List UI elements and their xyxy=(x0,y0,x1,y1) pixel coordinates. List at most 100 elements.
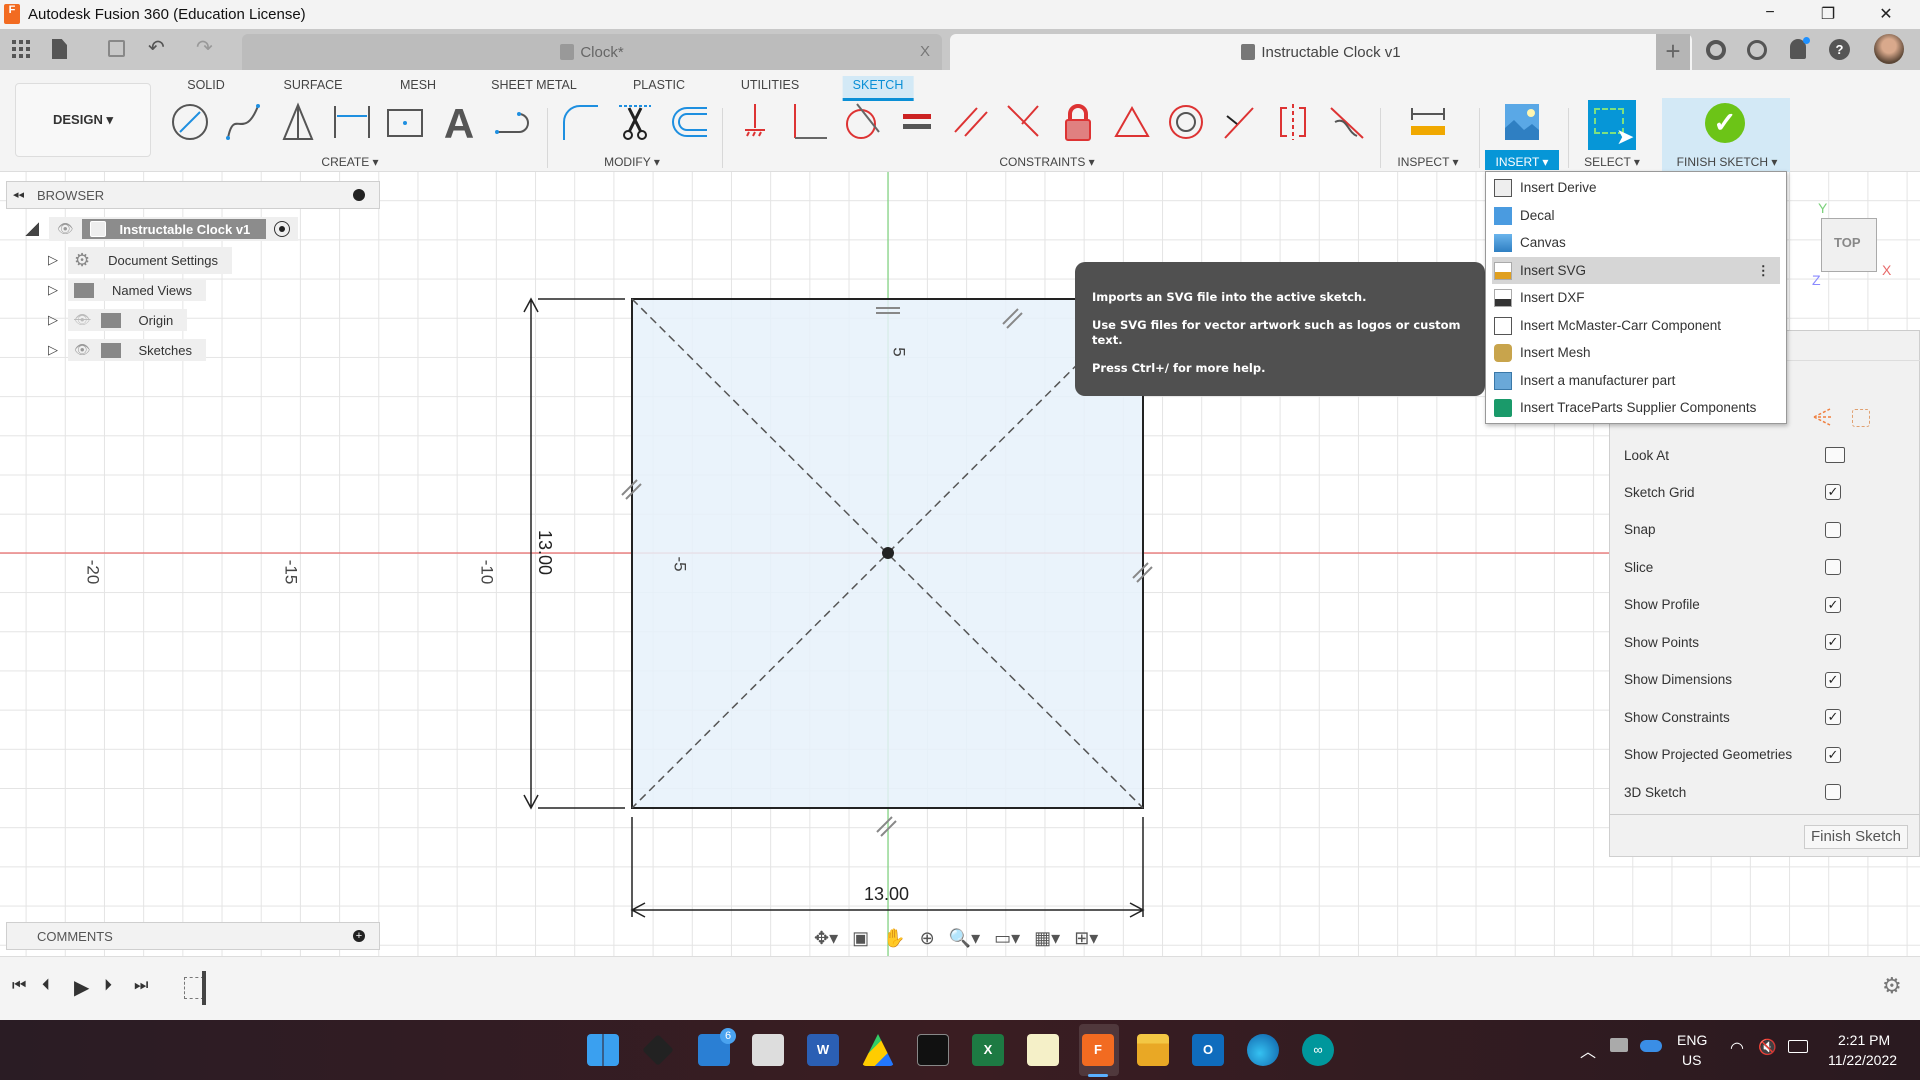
measure-ruler-icon[interactable] xyxy=(1408,102,1448,142)
menu-item-insert-derive[interactable]: Insert Derive xyxy=(1492,174,1780,201)
sketch-option-row[interactable]: Snap xyxy=(1624,517,1894,543)
help-icon[interactable]: ? xyxy=(1829,39,1850,60)
expand-triangle-icon[interactable]: ▷ xyxy=(48,282,58,298)
tab-mesh[interactable]: MESH xyxy=(390,76,446,98)
browser-item-origin[interactable]: ▷ 👁 Origin xyxy=(48,308,188,332)
clock-date[interactable]: 11/22/2022 xyxy=(1828,1052,1897,1068)
file-menu-icon[interactable] xyxy=(52,39,67,59)
mail-icon[interactable]: 6 xyxy=(698,1028,736,1066)
sketch-option-row[interactable]: Show Profile ✓ xyxy=(1624,592,1894,618)
eye-icon[interactable]: 👁 xyxy=(74,342,91,358)
offset-icon[interactable] xyxy=(669,102,709,142)
select-menu[interactable]: SELECT ▾ xyxy=(1578,153,1646,171)
sketch-option-checkbox[interactable]: ✓ xyxy=(1825,709,1841,725)
collinear-icon[interactable] xyxy=(1004,102,1044,142)
tab-plastic[interactable]: PLASTIC xyxy=(623,76,695,98)
inspect-menu[interactable]: INSPECT ▾ xyxy=(1391,153,1464,171)
finish-sketch-panel-button[interactable]: Finish Sketch xyxy=(1804,825,1908,849)
sketch-option-checkbox[interactable]: ✓ xyxy=(1825,671,1841,688)
sketch-option-checkbox[interactable] xyxy=(1825,521,1841,538)
menu-item-mcmaster-carr[interactable]: Insert McMaster-Carr Component xyxy=(1492,312,1780,339)
play-icon[interactable]: ▶ xyxy=(74,975,89,1000)
tab-instructable-clock[interactable]: Instructable Clock v1 X xyxy=(950,34,1692,70)
sketch-option-row[interactable]: Slice xyxy=(1624,554,1894,580)
look-at-button-icon[interactable] xyxy=(1825,447,1845,463)
insert-menu[interactable]: INSERT ▾ xyxy=(1490,153,1555,171)
eye-icon[interactable]: 👁 xyxy=(57,221,74,237)
vertical-dimension-value[interactable]: 13.00 xyxy=(534,530,555,575)
browser-panel-header[interactable]: ◂◂ BROWSER xyxy=(6,181,380,209)
job-status-icon[interactable] xyxy=(1706,40,1726,60)
drive-icon[interactable] xyxy=(862,1034,894,1066)
notifications-bell-icon[interactable] xyxy=(1790,37,1810,59)
tangent-icon[interactable] xyxy=(843,102,883,142)
file-explorer-icon[interactable] xyxy=(1137,1034,1169,1066)
text-icon[interactable]: A xyxy=(439,102,479,142)
clock-time[interactable]: 2:21 PM xyxy=(1838,1032,1890,1048)
restore-button[interactable]: ❐ xyxy=(1808,4,1848,24)
center-diameter-circle-icon[interactable] xyxy=(170,102,210,142)
app-icon[interactable] xyxy=(642,1034,674,1066)
browser-root-item[interactable]: 👁 Instructable Clock v1 xyxy=(25,217,299,241)
step-forward-icon[interactable]: ⏵ xyxy=(104,977,112,995)
sketch-palette-icon[interactable] xyxy=(1852,409,1870,427)
spline-icon[interactable] xyxy=(224,102,264,142)
sketch-option-row[interactable]: Show Points ✓ xyxy=(1624,629,1894,655)
zoom-icon[interactable]: ⊕ xyxy=(920,928,935,949)
redo-icon[interactable]: ↷ xyxy=(196,35,213,60)
select-tool-icon[interactable]: ➤ xyxy=(1588,100,1636,150)
timeline-settings-gear-icon[interactable]: ⚙ xyxy=(1882,973,1902,999)
expanded-triangle-icon[interactable] xyxy=(25,222,39,236)
menu-item-insert-svg[interactable]: Insert SVG ⋮ xyxy=(1492,257,1780,284)
tab-sketch[interactable]: SKETCH xyxy=(842,76,914,101)
sketch-option-row[interactable]: Show Projected Geometries ✓ xyxy=(1624,742,1894,768)
sticky-notes-icon[interactable] xyxy=(1027,1034,1059,1066)
browser-item-named-views[interactable]: ▷ Named Views xyxy=(48,278,206,302)
outlook-icon[interactable]: O xyxy=(1192,1034,1224,1066)
sketch-option-checkbox[interactable] xyxy=(1825,559,1841,575)
viewcube[interactable]: TOP xyxy=(1821,218,1877,272)
step-back-icon[interactable]: ⏴ xyxy=(42,977,50,995)
display-settings-icon[interactable]: ▭▾ xyxy=(994,928,1020,949)
battery-charging-icon[interactable] xyxy=(1788,1040,1808,1053)
slot-icon[interactable] xyxy=(493,102,533,142)
activate-radio-icon[interactable] xyxy=(274,221,291,237)
concentric-icon[interactable] xyxy=(1166,102,1206,142)
minimize-button[interactable]: − xyxy=(1750,4,1790,22)
network-drive-error-icon[interactable] xyxy=(1610,1038,1628,1052)
viewcube-face-top[interactable]: TOP xyxy=(1834,235,1861,250)
history-clock-icon[interactable] xyxy=(1747,40,1767,60)
inkscape-icon[interactable] xyxy=(917,1034,949,1066)
go-to-start-icon[interactable]: ⏮ xyxy=(12,977,26,995)
triangle-constraint-icon[interactable] xyxy=(1112,102,1152,142)
tab-sheet-metal[interactable]: SHEET METAL xyxy=(481,76,587,98)
go-to-end-icon[interactable]: ⏭ xyxy=(134,977,148,995)
menu-item-manufacturer-part[interactable]: Insert a manufacturer part xyxy=(1492,367,1780,394)
perpendicular-icon[interactable] xyxy=(789,102,829,142)
grid-settings-icon[interactable]: ▦▾ xyxy=(1034,928,1060,949)
look-at-icon[interactable]: ▣ xyxy=(852,928,869,949)
sketch-option-row[interactable]: 3D Sketch xyxy=(1624,779,1894,805)
rectangle-icon[interactable] xyxy=(385,102,425,142)
sketch-timeline-feature[interactable] xyxy=(184,977,204,999)
tab-utilities[interactable]: UTILITIES xyxy=(731,76,809,98)
menu-item-insert-dxf[interactable]: Insert DXF xyxy=(1492,284,1780,311)
zoom-window-icon[interactable]: 🔍▾ xyxy=(949,928,980,949)
symmetry-icon[interactable] xyxy=(1273,102,1313,142)
eye-hidden-icon[interactable]: 👁 xyxy=(74,312,91,328)
midpoint-icon[interactable] xyxy=(1219,102,1259,142)
add-comment-icon[interactable]: + xyxy=(353,930,365,942)
show-constraints-toggle-icon[interactable] xyxy=(1812,407,1834,427)
fusion-360-taskbar-icon[interactable]: F xyxy=(1082,1034,1114,1066)
wifi-icon[interactable]: ◠ xyxy=(1730,1038,1744,1058)
sketch-option-row[interactable]: Show Dimensions ✓ xyxy=(1624,667,1894,693)
sketch-option-checkbox[interactable]: ✓ xyxy=(1825,484,1841,500)
sketch-option-row[interactable]: Sketch Grid ✓ xyxy=(1624,479,1894,505)
tray-overflow-chevron-icon[interactable]: ︿ xyxy=(1580,1038,1596,1062)
trim-scissors-icon[interactable] xyxy=(615,102,655,142)
collapse-browser-icon[interactable]: ◂◂ xyxy=(13,188,24,201)
edge-icon[interactable] xyxy=(1247,1034,1279,1066)
parallel-icon[interactable] xyxy=(951,102,991,142)
app-grid-icon[interactable] xyxy=(12,40,30,58)
arduino-icon[interactable]: ∞ xyxy=(1302,1034,1334,1066)
